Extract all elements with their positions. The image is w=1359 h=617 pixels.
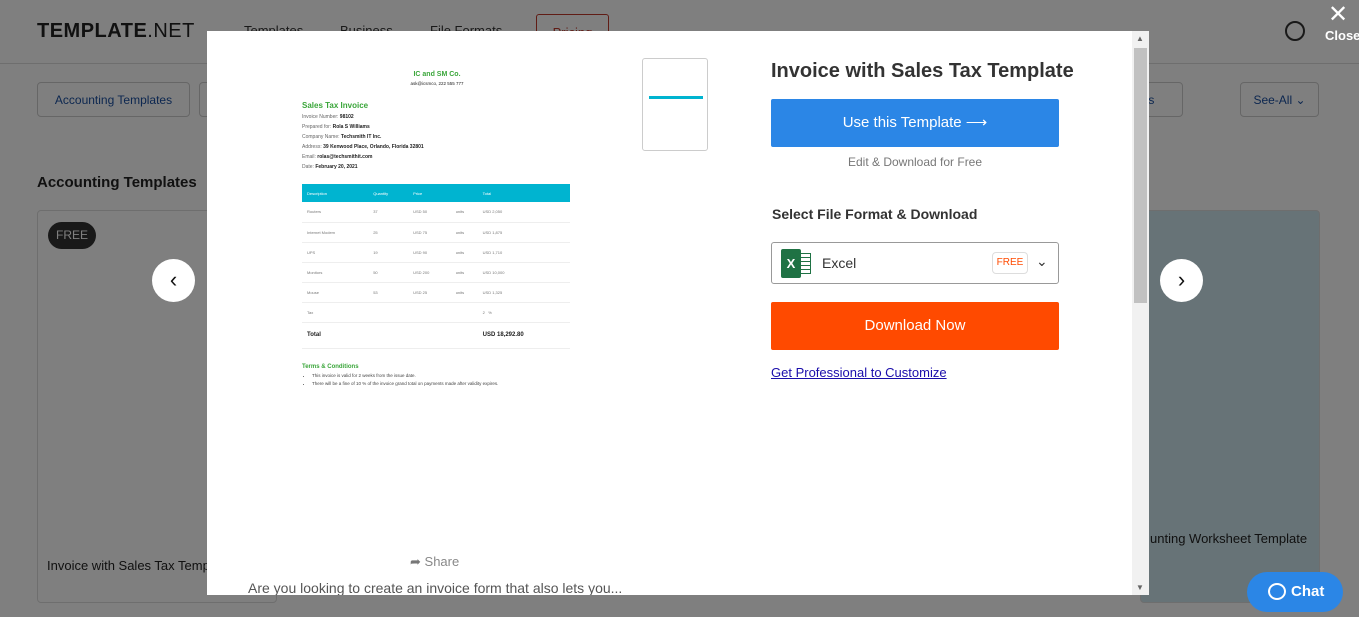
edit-download-label: Edit & Download for Free bbox=[847, 155, 983, 169]
preview-company: IC and SM Co. bbox=[413, 71, 461, 78]
preview-field: Date: February 20, 2021 bbox=[302, 164, 358, 170]
chevron-left-icon[interactable]: ‹ bbox=[152, 259, 195, 302]
file-format-select[interactable]: X Excel FREE ⌄ bbox=[771, 242, 1059, 284]
column-header bbox=[450, 184, 478, 202]
use-template-button[interactable]: Use this Template ⟶ bbox=[771, 99, 1059, 147]
close-icon[interactable]: ✕ bbox=[1328, 3, 1348, 27]
preview-field: Company Name: Techsmith IT Inc. bbox=[302, 134, 382, 140]
preview-contact: ask@icsmco, 222 555 777 bbox=[410, 81, 464, 86]
column-header: Quantity bbox=[368, 184, 409, 202]
share-button[interactable]: ➦ Share bbox=[410, 554, 459, 570]
table-row: Monitors 50 USD 200 units USD 10,000 bbox=[302, 262, 570, 283]
get-professional-link[interactable]: Get Professional to Customize bbox=[771, 365, 947, 380]
select-format-label: Select File Format & Download bbox=[772, 206, 978, 222]
modal-scrollbar[interactable]: ▲ ▼ bbox=[1132, 31, 1149, 595]
preview-heading: Sales Tax Invoice bbox=[302, 101, 369, 110]
preview-field: Prepared for: Rola S Williams bbox=[302, 124, 370, 130]
chevron-down-icon: ⌄ bbox=[1036, 253, 1048, 269]
excel-icon: X bbox=[781, 249, 811, 278]
free-badge: FREE bbox=[992, 252, 1028, 274]
column-header: Total bbox=[477, 184, 570, 202]
chevron-right-icon[interactable]: › bbox=[1160, 259, 1203, 302]
template-preview[interactable]: IC and SM Co. ask@icsmco, 222 555 777 Sa… bbox=[302, 71, 572, 389]
column-header: Price bbox=[408, 184, 451, 202]
preview-table: Description Quantity Price Total Routers 37 U… bbox=[302, 184, 570, 349]
chat-button[interactable]: Chat bbox=[1247, 572, 1343, 612]
download-now-button[interactable]: Download Now bbox=[771, 302, 1059, 350]
preview-field: Address: 39 Kenwood Place, Orlando, Flor… bbox=[302, 144, 424, 150]
close-button[interactable]: Close bbox=[1325, 28, 1359, 43]
term-item: There will be a fine of 10 % of the invo… bbox=[312, 381, 572, 386]
preview-field: Invoice Number: 98102 bbox=[302, 114, 354, 120]
chat-bubble-icon bbox=[1268, 583, 1286, 600]
table-row: Routers 37 USD 50 units USD 2,050 bbox=[302, 202, 570, 223]
template-title: Invoice with Sales Tax Template bbox=[771, 60, 1074, 82]
total-row: Total USD 18,292.80 bbox=[302, 322, 570, 349]
template-modal: IC and SM Co. ask@icsmco, 222 555 777 Sa… bbox=[207, 31, 1149, 595]
scrollbar-thumb[interactable] bbox=[1134, 48, 1147, 303]
term-item: This invoice is valid for 2 weeks from t… bbox=[312, 373, 572, 378]
scroll-up-icon[interactable]: ▲ bbox=[1136, 34, 1144, 43]
table-row: Internet Modem 25 USD 75 units USD 1,875 bbox=[302, 222, 570, 243]
share-icon: ➦ bbox=[410, 554, 421, 569]
preview-field: Email: rolas@techsmithit.com bbox=[302, 154, 373, 160]
preview-thumbnail[interactable] bbox=[642, 58, 708, 151]
tax-row: Tax 2 % bbox=[302, 302, 570, 323]
table-row: UPS 19 USD 90 units USD 1,710 bbox=[302, 242, 570, 263]
table-row: Mouse 53 USD 25 units USD 1,325 bbox=[302, 282, 570, 303]
template-description: Are you looking to create an invoice for… bbox=[248, 580, 623, 595]
column-header: Description bbox=[302, 184, 369, 202]
preview-terms-heading: Terms & Conditions bbox=[302, 363, 359, 370]
scroll-down-icon[interactable]: ▼ bbox=[1136, 583, 1144, 592]
format-value: Excel bbox=[822, 255, 857, 271]
